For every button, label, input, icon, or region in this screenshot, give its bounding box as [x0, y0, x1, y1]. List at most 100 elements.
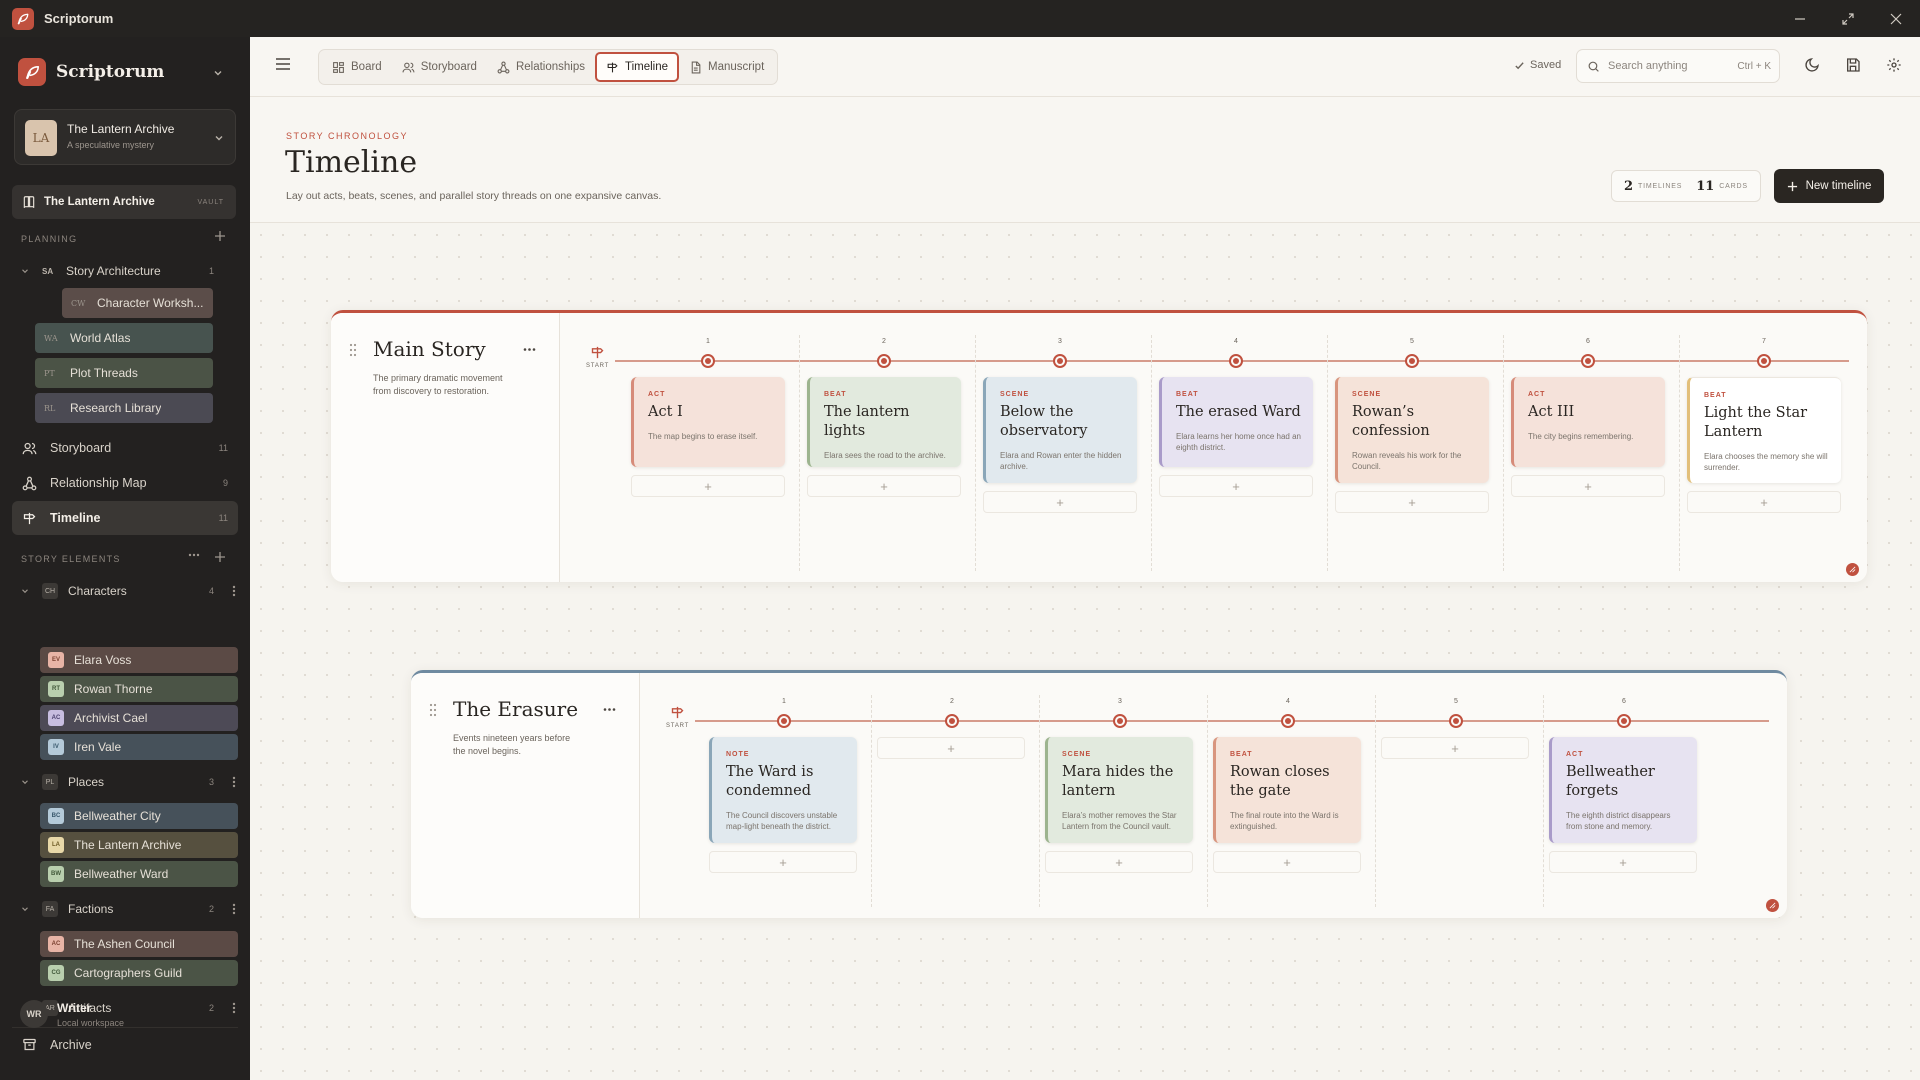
add-card-button[interactable]: +: [1511, 475, 1665, 497]
story-architecture-group[interactable]: SA Story Architecture 1: [20, 261, 242, 281]
more-options-icon[interactable]: [523, 347, 536, 352]
item-abbr: RL: [44, 403, 56, 413]
timeline-node[interactable]: [1405, 354, 1419, 368]
add-planning-icon[interactable]: [214, 230, 226, 242]
add-card-button[interactable]: +: [1549, 851, 1697, 873]
close-window-button[interactable]: [1872, 0, 1920, 37]
add-card-button[interactable]: +: [877, 737, 1025, 759]
tab-timeline[interactable]: Timeline: [595, 52, 680, 82]
timeline-node[interactable]: [1053, 354, 1067, 368]
place-the-lantern-archive[interactable]: LA The Lantern Archive: [40, 832, 238, 858]
add-card-button[interactable]: +: [709, 851, 857, 873]
chevron-down-icon: [20, 586, 32, 596]
save-icon[interactable]: [1845, 57, 1861, 73]
timeline-canvas[interactable]: Main Story The primary dramatic movement…: [250, 224, 1920, 1080]
more-vertical-icon[interactable]: [232, 903, 236, 915]
artifacts-group[interactable]: AR Artifacts 2: [20, 998, 242, 1018]
character-archivist-cael[interactable]: AC Archivist Cael: [40, 705, 238, 731]
add-card-button[interactable]: +: [631, 475, 785, 497]
timeline-node[interactable]: [877, 354, 891, 368]
timeline-node[interactable]: [1229, 354, 1243, 368]
planning-item-world-atlas[interactable]: WA World Atlas: [35, 323, 213, 353]
factions-group[interactable]: FA Factions 2: [20, 899, 242, 919]
gear-icon[interactable]: [1886, 57, 1902, 73]
timeline-name[interactable]: The Erasure: [453, 697, 578, 721]
character-rowan-thorne[interactable]: RT Rowan Thorne: [40, 676, 238, 702]
timeline-card[interactable]: BEAT Light the Star Lantern Elara choose…: [1687, 377, 1841, 483]
project-switcher[interactable]: LA The Lantern Archive A speculative mys…: [14, 109, 236, 165]
timeline-node[interactable]: [1617, 714, 1631, 728]
timeline-node[interactable]: [1581, 354, 1595, 368]
group-count: 2: [208, 1003, 214, 1013]
timeline-card[interactable]: SCENE Below the observatory Elara and Ro…: [983, 377, 1137, 483]
faction-cartographers-guild[interactable]: CG Cartographers Guild: [40, 960, 238, 986]
timeline-card[interactable]: BEAT Rowan closes the gate The final rou…: [1213, 737, 1361, 843]
tab-manuscript[interactable]: Manuscript: [679, 52, 774, 82]
vault-item[interactable]: The Lantern Archive VAULT: [12, 185, 236, 219]
drag-handle-icon[interactable]: [429, 703, 437, 717]
more-options-icon[interactable]: [603, 707, 616, 712]
planning-item-character-workshop[interactable]: CW Character Worksh...: [62, 288, 213, 318]
resize-handle-icon[interactable]: [1766, 899, 1779, 912]
add-element-icon[interactable]: [214, 551, 226, 563]
timeline-card[interactable]: BEAT The erased Ward Elara learns her ho…: [1159, 377, 1313, 467]
timeline-card[interactable]: NOTE The Ward is condemned The Council d…: [709, 737, 857, 843]
timeline-description: Events nineteen years before the novel b…: [453, 733, 571, 756]
add-card-button[interactable]: +: [1335, 491, 1489, 513]
resize-handle-icon[interactable]: [1846, 563, 1859, 576]
timeline-node[interactable]: [1757, 354, 1771, 368]
more-options-icon[interactable]: [188, 552, 200, 558]
timeline-card[interactable]: ACT Bellweather forgets The eighth distr…: [1549, 737, 1697, 843]
minimize-button[interactable]: [1776, 0, 1824, 37]
search-input[interactable]: [1608, 60, 1718, 72]
character-iren-vale[interactable]: IV Iren Vale: [40, 734, 238, 760]
add-card-button[interactable]: +: [1687, 491, 1841, 513]
add-card-button[interactable]: +: [1381, 737, 1529, 759]
more-vertical-icon[interactable]: [232, 776, 236, 788]
tab-storyboard[interactable]: Storyboard: [392, 52, 487, 82]
more-vertical-icon[interactable]: [232, 1002, 236, 1014]
add-card-button[interactable]: +: [1159, 475, 1313, 497]
add-card-button[interactable]: +: [1213, 851, 1361, 873]
timeline-card[interactable]: ACT Act I The map begins to erase itself…: [631, 377, 785, 467]
timeline-card[interactable]: SCENE Rowan’s confession Rowan reveals h…: [1335, 377, 1489, 483]
characters-group[interactable]: CH Characters 4: [20, 581, 242, 601]
character-elara-voss[interactable]: EV Elara Voss: [40, 647, 238, 673]
tab-relationships[interactable]: Relationships: [487, 52, 595, 82]
timeline-card[interactable]: SCENE Mara hides the lantern Elara’s mot…: [1045, 737, 1193, 843]
add-card-button[interactable]: +: [983, 491, 1137, 513]
chevron-down-icon[interactable]: [212, 67, 224, 79]
place-bellweather-city[interactable]: BC Bellweather City: [40, 803, 238, 829]
sidebar-brand[interactable]: Scriptorum: [18, 58, 164, 86]
faction-the-ashen-council[interactable]: AC The Ashen Council: [40, 931, 238, 957]
drag-handle-icon[interactable]: [349, 343, 357, 357]
place-bellweather-ward[interactable]: BW Bellweather Ward: [40, 861, 238, 887]
nav-archive[interactable]: Archive: [12, 1027, 238, 1061]
timeline-node[interactable]: [1449, 714, 1463, 728]
menu-icon[interactable]: [275, 57, 291, 71]
search-box[interactable]: Ctrl + K: [1576, 49, 1780, 83]
timeline-node[interactable]: [701, 354, 715, 368]
nav-relationship-map[interactable]: Relationship Map 9: [12, 466, 238, 500]
timeline-card[interactable]: ACT Act III The city begins remembering.: [1511, 377, 1665, 467]
tab-board[interactable]: Board: [322, 52, 392, 82]
timeline-node[interactable]: [1113, 714, 1127, 728]
new-timeline-button[interactable]: New timeline: [1774, 169, 1884, 203]
add-card-button[interactable]: +: [807, 475, 961, 497]
timeline-node[interactable]: [945, 714, 959, 728]
moon-icon[interactable]: [1804, 57, 1820, 73]
add-card-button[interactable]: +: [1045, 851, 1193, 873]
maximize-button[interactable]: [1824, 0, 1872, 37]
timeline-node[interactable]: [1281, 714, 1295, 728]
more-vertical-icon[interactable]: [232, 585, 236, 597]
timeline-name[interactable]: Main Story: [373, 337, 486, 361]
stats-summary: 2 TIMELINES 11 CARDS: [1611, 170, 1761, 202]
planning-item-research-library[interactable]: RL Research Library: [35, 393, 213, 423]
timeline-card[interactable]: BEAT The lantern lights Elara sees the r…: [807, 377, 961, 467]
places-group[interactable]: PL Places 3: [20, 772, 242, 792]
planning-item-plot-threads[interactable]: PT Plot Threads: [35, 358, 213, 388]
nav-timeline[interactable]: Timeline 11: [12, 501, 238, 535]
timeline-node[interactable]: [777, 714, 791, 728]
nav-storyboard[interactable]: Storyboard 11: [12, 431, 238, 465]
user-avatar[interactable]: WR: [20, 1000, 48, 1028]
